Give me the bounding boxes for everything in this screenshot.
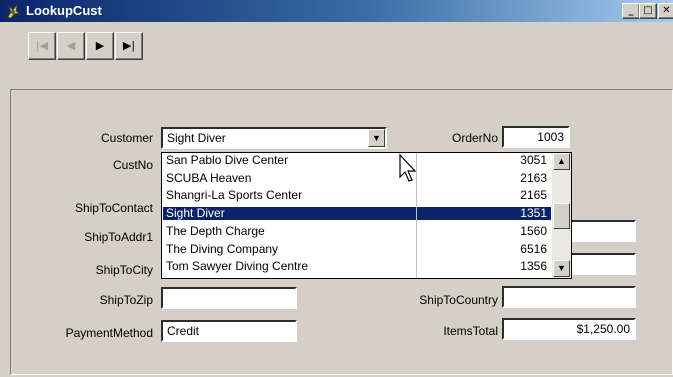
customer-dropdown-list[interactable]: Tom Sawyer Diving Centre 1356 The Diving C…: [161, 152, 572, 279]
close-button[interactable]: ✕: [658, 3, 673, 19]
ship-to-zip-label: ShipToZip: [99, 293, 153, 307]
dropdown-row-number: 6516: [520, 241, 547, 256]
dropdown-row-number: 2165: [520, 188, 547, 203]
db-navigator: |◀ ◀ ▶ ▶|: [14, 32, 166, 60]
dropdown-row-name: The Diving Company: [166, 241, 279, 256]
dropdown-row-name: Tom Sawyer Diving Centre: [166, 259, 309, 274]
ship-to-addr1-label: ShipToAddr1: [84, 230, 153, 244]
first-record-button[interactable]: |◀: [28, 32, 56, 60]
ship-to-zip-field[interactable]: [161, 287, 297, 309]
dropdown-row[interactable]: The Depth Charge 1560: [163, 223, 551, 238]
dropdown-row-number: 1351: [520, 206, 547, 221]
prior-record-button[interactable]: ◀: [57, 32, 85, 60]
items-total-label: ItemsTotal: [443, 324, 498, 338]
cust-no-label: CustNo: [112, 158, 153, 172]
dropdown-row-number: 3051: [520, 153, 547, 167]
dropdown-scrollbar[interactable]: ▲ ▼: [552, 153, 571, 278]
ship-to-country-label: ShipToCountry: [419, 293, 498, 307]
order-no-field[interactable]: 1003: [502, 126, 570, 148]
minimize-button[interactable]: _: [622, 3, 640, 19]
items-total-field[interactable]: $1,250.00: [502, 318, 636, 340]
dropdown-row[interactable]: Tom Sawyer Diving Centre 1356: [163, 260, 551, 273]
ship-to-contact-label: ShipToContact: [74, 201, 153, 215]
dropdown-row-name: Shangri-La Sports Center: [166, 188, 303, 203]
next-record-button[interactable]: ▶: [86, 32, 114, 60]
window-title: LookupCust: [26, 3, 102, 18]
payment-method-value: Credit: [167, 324, 200, 338]
scroll-thumb[interactable]: [553, 203, 570, 229]
last-record-button[interactable]: ▶|: [115, 32, 143, 60]
order-no-value: 1003: [537, 130, 564, 144]
dropdown-row[interactable]: The Diving Company 6516: [163, 241, 551, 256]
title-bar[interactable]: LookupCust _ □ ✕: [0, 0, 673, 22]
customer-value: Sight Diver: [167, 131, 226, 145]
ship-to-city-label: ShipToCity: [95, 263, 153, 277]
dropdown-row[interactable]: Sight Diver 1351: [163, 206, 551, 221]
dropdown-row-name: San Pablo Dive Center: [166, 153, 289, 167]
dropdown-row[interactable]: San Pablo Dive Center 3051: [163, 154, 551, 167]
arrow-cursor-icon: [399, 153, 417, 182]
dropdown-row-number: 1560: [520, 223, 547, 238]
dropdown-row-number: 2163: [520, 170, 547, 185]
app-icon: [7, 3, 21, 19]
scroll-up-icon[interactable]: ▲: [553, 153, 570, 170]
dropdown-row-name: The Depth Charge: [166, 223, 265, 238]
maximize-button[interactable]: □: [639, 3, 657, 19]
payment-method-label: PaymentMethod: [65, 326, 153, 340]
payment-method-field[interactable]: Credit: [161, 320, 297, 342]
chevron-down-icon[interactable]: ▼: [368, 129, 385, 147]
items-total-value: $1,250.00: [576, 322, 630, 336]
order-no-label: OrderNo: [451, 131, 498, 145]
dropdown-row-name: SCUBA Heaven: [166, 170, 252, 185]
customer-label: Customer: [100, 131, 153, 145]
customer-combo[interactable]: Sight Diver: [161, 127, 387, 149]
dropdown-row-name: Sight Diver: [166, 206, 225, 221]
ship-to-country-field[interactable]: [502, 286, 636, 308]
dropdown-row[interactable]: SCUBA Heaven 2163: [163, 170, 551, 185]
dropdown-row-number: 1356: [520, 259, 547, 274]
scroll-down-icon[interactable]: ▼: [553, 260, 570, 277]
dropdown-row[interactable]: Shangri-La Sports Center 2165: [163, 189, 551, 202]
